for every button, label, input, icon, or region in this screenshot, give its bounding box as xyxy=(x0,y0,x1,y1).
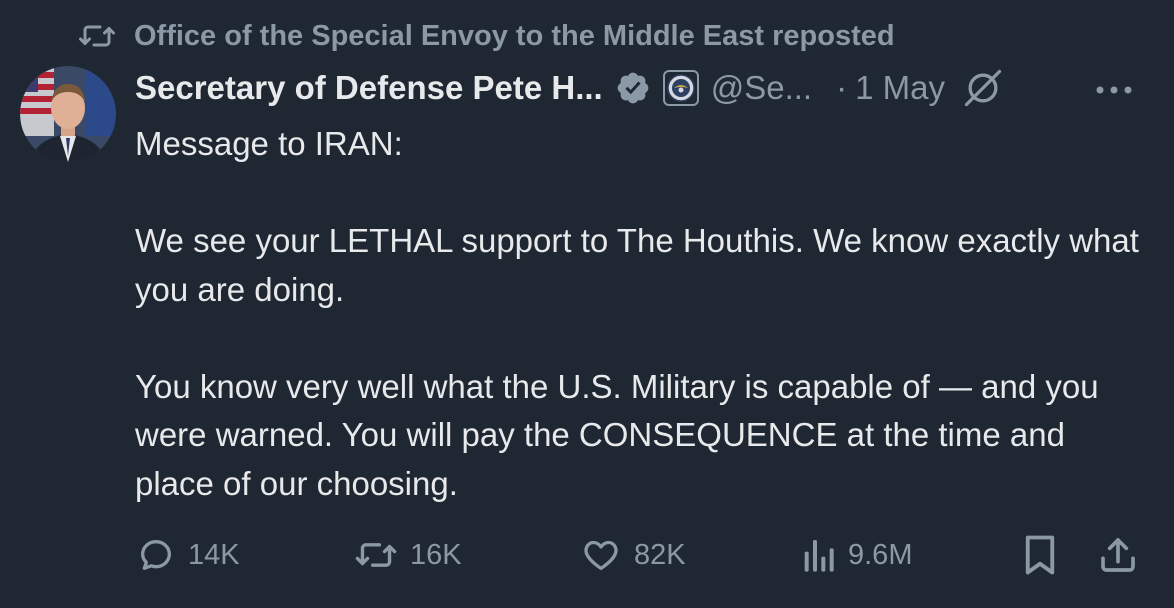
like-button[interactable]: 82K xyxy=(580,530,686,580)
heart-icon xyxy=(584,540,618,570)
repost-icon xyxy=(355,543,397,567)
repost-context[interactable]: Office of the Special Envoy to the Middl… xyxy=(78,14,895,58)
dod-seal-icon[interactable] xyxy=(662,70,699,106)
separator-dot: · xyxy=(836,69,848,106)
author-display-name[interactable]: Secretary of Defense Pete H... xyxy=(135,69,603,107)
tweet-paragraph: Message to IRAN: xyxy=(135,125,403,162)
more-options-icon[interactable] xyxy=(1094,72,1140,108)
like-count: 82K xyxy=(634,538,686,571)
tweet-actions: 14K 16K 82K 9.6M xyxy=(0,530,1174,580)
bookmark-icon xyxy=(1025,535,1055,575)
tweet-paragraph: You know very well what the U.S. Militar… xyxy=(135,367,1099,502)
tweet-header: Secretary of Defense Pete H... @Se... · … xyxy=(135,64,1007,112)
reply-icon xyxy=(141,540,171,570)
repost-icon xyxy=(78,18,118,54)
share-icon xyxy=(1101,538,1135,572)
repost-button[interactable]: 16K xyxy=(354,530,462,580)
share-button[interactable] xyxy=(1098,530,1150,580)
verified-badge-icon[interactable] xyxy=(615,70,651,106)
post-time[interactable]: 1 May xyxy=(855,69,945,107)
tweet-paragraph: We see your LETHAL support to The Houthi… xyxy=(135,222,1139,308)
bookmark-button[interactable] xyxy=(1022,530,1070,580)
repost-label: Office of the Special Envoy to the Middl… xyxy=(134,19,895,52)
grok-icon[interactable] xyxy=(961,65,1007,111)
tweet-text: Message to IRAN: We see your LETHAL supp… xyxy=(135,120,1145,508)
views-chart-icon xyxy=(804,540,834,572)
views-button[interactable]: 9.6M xyxy=(800,530,912,580)
reply-button[interactable]: 14K xyxy=(136,530,240,580)
author-handle[interactable]: @Se... xyxy=(711,69,812,107)
reply-count: 14K xyxy=(188,538,240,571)
repost-count: 16K xyxy=(410,538,462,571)
avatar[interactable] xyxy=(20,66,116,162)
views-count: 9.6M xyxy=(848,538,913,571)
